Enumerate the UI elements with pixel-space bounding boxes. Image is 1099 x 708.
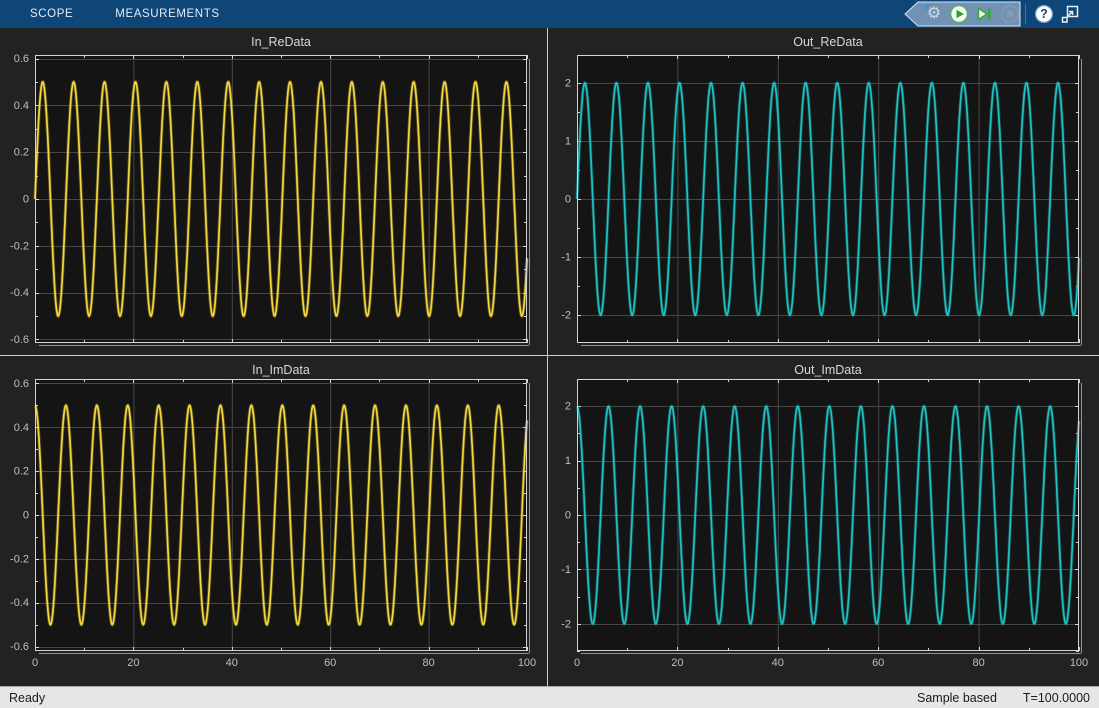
x-tick-label: 20	[671, 657, 683, 669]
x-tick-labels: 0 20 40 60 80 100	[32, 657, 536, 669]
status-sample-mode: Sample based	[917, 691, 997, 705]
y-tick-label: -0.2	[10, 553, 29, 565]
y-tick-label: 0.6	[14, 378, 29, 390]
pop-out-icon	[1060, 4, 1080, 24]
y-tick-label: 0.6	[14, 53, 29, 65]
x-tick-labels: 0 20 40 60 80 100	[574, 657, 1088, 669]
y-tick-label: 2	[565, 77, 571, 89]
y-tick-labels: 0.6 0.4 0.2 0 -0.2 -0.4 -0.6	[10, 378, 29, 653]
toolbar-separator	[1025, 4, 1026, 24]
step-forward-icon	[974, 4, 994, 24]
x-tick-label: 40	[226, 657, 238, 669]
plot-panel-in-imdata: 0.60.40.20-0.2-0.4-0.6020406080100In_ImD…	[0, 356, 547, 686]
plot-canvas-in-redata[interactable]: 0.6 0.4 0.2 0 -0.2 -0.4 -0.6 In_ReData	[0, 28, 547, 355]
play-icon	[949, 4, 969, 24]
quick-access-toolbar: ⚙	[899, 0, 1099, 28]
y-tick-label: -0.6	[10, 641, 29, 653]
panel-divider-horizontal	[0, 355, 1099, 356]
plot-canvas-in-imdata[interactable]: 0.60.40.20-0.2-0.4-0.6020406080100In_ImD…	[0, 356, 547, 686]
y-tick-label: -0.4	[10, 597, 29, 609]
plot-panel-out-imdata: 2 1 0 -1 -2 0 20 40 60 80 100 Out_ImData	[548, 356, 1099, 686]
stop-icon	[1000, 4, 1020, 24]
plot-title: In_ImData	[252, 363, 310, 377]
x-tick-label: 20	[127, 657, 139, 669]
y-tick-label: 1	[565, 455, 571, 467]
tab-scope[interactable]: SCOPE	[20, 0, 83, 28]
help-button[interactable]: ?	[1033, 3, 1055, 25]
plot-title: Out_ReData	[793, 35, 863, 49]
y-tick-label: -1	[561, 564, 571, 576]
x-tick-label: 80	[972, 657, 984, 669]
y-tick-label: -1	[561, 252, 571, 264]
status-sim-time: T=100.0000	[1023, 691, 1090, 705]
pop-out-button[interactable]	[1059, 3, 1081, 25]
scope-window: SCOPE MEASUREMENTS ⚙	[0, 0, 1099, 708]
status-bar: Ready Sample based T=100.0000	[0, 686, 1099, 708]
help-icon: ?	[1034, 4, 1054, 24]
x-tick-label: 40	[772, 657, 784, 669]
panel-divider-vertical	[547, 28, 548, 686]
display-area: 0.6 0.4 0.2 0 -0.2 -0.4 -0.6 In_ReData 2 1 0 -1 -2 O…	[0, 28, 1099, 686]
simulation-settings-button[interactable]: ⚙	[923, 3, 945, 25]
y-tick-label: 0.2	[14, 147, 29, 159]
y-tick-label: 0	[565, 194, 571, 206]
plot-panel-in-redata: 0.6 0.4 0.2 0 -0.2 -0.4 -0.6 In_ReData	[0, 28, 547, 355]
y-tick-label: 2	[565, 401, 571, 413]
y-tick-label: 0	[23, 510, 29, 522]
y-tick-label: 0.2	[14, 466, 29, 478]
x-tick-label: 0	[574, 657, 580, 669]
y-tick-label: 0.4	[14, 422, 29, 434]
status-message: Ready	[9, 691, 45, 705]
plot-title: In_ReData	[251, 35, 311, 49]
stop-button	[999, 3, 1021, 25]
y-tick-label: 0.4	[14, 100, 29, 112]
x-tick-label: 100	[1070, 657, 1088, 669]
run-button[interactable]	[948, 3, 970, 25]
step-forward-button[interactable]	[973, 3, 995, 25]
y-tick-label: 0	[23, 194, 29, 206]
y-tick-label: 1	[565, 135, 571, 147]
plot-title: Out_ImData	[794, 363, 861, 377]
y-tick-label: -0.6	[10, 334, 29, 346]
y-tick-label: -0.4	[10, 287, 29, 299]
toolstrip: SCOPE MEASUREMENTS ⚙	[0, 0, 1099, 28]
y-tick-labels: 2 1 0 -1 -2	[561, 77, 571, 321]
plot-canvas-out-redata[interactable]: 2 1 0 -1 -2 Out_ReData	[548, 28, 1099, 355]
x-tick-label: 0	[32, 657, 38, 669]
y-tick-label: -2	[561, 310, 571, 322]
plot-panel-out-redata: 2 1 0 -1 -2 Out_ReData	[548, 28, 1099, 355]
x-tick-label: 60	[872, 657, 884, 669]
tab-measurements[interactable]: MEASUREMENTS	[105, 0, 229, 28]
x-tick-label: 100	[518, 657, 536, 669]
gear-icon: ⚙	[927, 6, 941, 22]
y-tick-label: -0.2	[10, 240, 29, 252]
y-tick-labels: 0.6 0.4 0.2 0 -0.2 -0.4 -0.6	[10, 53, 29, 346]
y-tick-label: -2	[561, 618, 571, 630]
x-tick-label: 60	[324, 657, 336, 669]
x-tick-label: 80	[422, 657, 434, 669]
svg-text:?: ?	[1040, 7, 1048, 21]
y-tick-labels: 2 1 0 -1 -2	[561, 401, 571, 631]
y-tick-label: 0	[565, 510, 571, 522]
plot-canvas-out-imdata[interactable]: 2 1 0 -1 -2 0 20 40 60 80 100 Out_ImData	[548, 356, 1099, 686]
